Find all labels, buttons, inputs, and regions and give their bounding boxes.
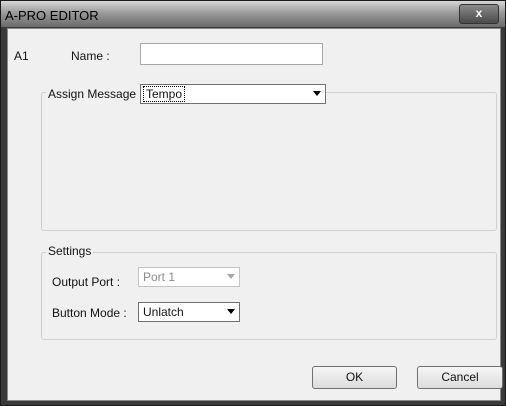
chevron-down-icon <box>313 91 321 96</box>
title-bar[interactable]: A-PRO EDITOR x <box>1 1 505 27</box>
cancel-button[interactable]: Cancel <box>417 366 503 389</box>
assign-message-value: Tempo <box>142 86 186 102</box>
assign-message-group <box>41 92 497 231</box>
slot-id-label: A1 <box>14 49 29 63</box>
chevron-down-icon <box>227 309 235 314</box>
output-port-label: Output Port : <box>52 275 121 289</box>
close-icon: x <box>475 6 483 20</box>
name-input[interactable] <box>140 43 323 65</box>
output-port-value: Port 1 <box>143 270 176 284</box>
ok-button[interactable]: OK <box>312 366 397 389</box>
editor-window: A-PRO EDITOR x A1 Name : Assign Message … <box>0 0 506 406</box>
assign-message-label: Assign Message : <box>46 87 145 101</box>
button-mode-label: Button Mode : <box>52 306 127 320</box>
chevron-down-icon <box>227 274 235 279</box>
name-label: Name : <box>71 49 110 63</box>
close-button[interactable]: x <box>459 4 499 24</box>
dialog-body: A1 Name : Assign Message : Tempo Setting… <box>7 28 503 401</box>
output-port-select[interactable]: Port 1 <box>138 267 240 287</box>
settings-legend: Settings <box>46 244 94 258</box>
settings-group <box>41 252 497 340</box>
assign-message-select[interactable]: Tempo <box>140 84 326 104</box>
button-mode-select[interactable]: Unlatch <box>138 302 240 322</box>
window-title: A-PRO EDITOR <box>5 8 99 23</box>
button-mode-value: Unlatch <box>143 305 184 319</box>
